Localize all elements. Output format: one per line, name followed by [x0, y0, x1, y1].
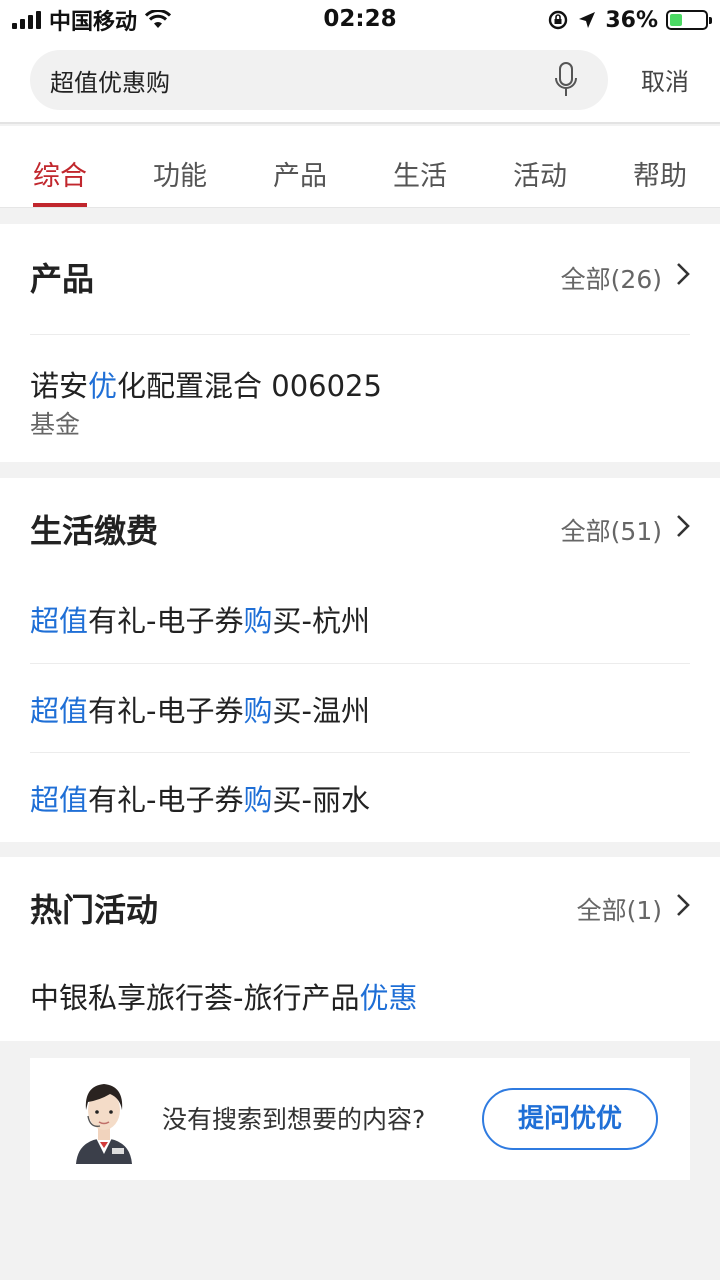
- chevron-right-icon[interactable]: [676, 262, 690, 286]
- orientation-lock-icon: [549, 10, 568, 30]
- location-icon: [579, 12, 596, 28]
- help-prompt: 没有搜索到想要的内容?: [162, 1105, 426, 1134]
- list-item-label: 超值有礼-电子券购买-丽水: [30, 783, 370, 817]
- tab-help[interactable]: 帮助: [600, 126, 720, 207]
- cancel-button[interactable]: 取消: [630, 62, 700, 97]
- microphone-icon[interactable]: [554, 62, 578, 98]
- chevron-right-icon[interactable]: [676, 893, 690, 917]
- life-view-all[interactable]: 全部(51): [561, 512, 662, 548]
- product-name: 诺安优化配置混合 006025: [30, 369, 382, 403]
- status-bar: 中国移动 02:28 36%: [0, 0, 720, 40]
- list-item-label: 超值有礼-电子券购买-杭州: [30, 604, 370, 638]
- product-type: 基金: [30, 410, 81, 439]
- tab-products[interactable]: 产品: [240, 126, 360, 207]
- products-title: 产品: [30, 260, 95, 298]
- tab-functions[interactable]: 功能: [120, 126, 240, 207]
- help-card: 没有搜索到想要的内容? 提问优优: [30, 1058, 690, 1180]
- assistant-avatar: [76, 1084, 132, 1164]
- category-tabs: 综合 功能 产品 生活 活动 帮助: [0, 126, 720, 208]
- list-item[interactable]: 超值有礼-电子券购买-丽水: [30, 752, 690, 841]
- list-item-label: 超值有礼-电子券购买-温州: [30, 694, 370, 728]
- search-header: 超值优惠购 取消: [0, 40, 720, 124]
- tab-comprehensive[interactable]: 综合: [0, 126, 120, 207]
- product-item[interactable]: 诺安优化配置混合 006025 基金: [30, 334, 690, 462]
- battery-percent: 36%: [605, 7, 658, 33]
- carrier-name: 中国移动: [49, 10, 138, 35]
- tab-activities[interactable]: 活动: [480, 126, 600, 207]
- products-section: 产品 全部(26) 诺安优化配置混合 006025 基金: [0, 224, 720, 462]
- products-view-all[interactable]: 全部(26): [561, 260, 662, 296]
- ask-assistant-button[interactable]: 提问优优: [482, 1088, 658, 1150]
- search-value[interactable]: 超值优惠购: [50, 63, 170, 98]
- activities-section: 热门活动 全部(1) 中银私享旅行荟-旅行产品优惠: [0, 857, 720, 1041]
- tab-life[interactable]: 生活: [360, 126, 480, 207]
- chevron-right-icon[interactable]: [676, 514, 690, 538]
- wifi-icon: [145, 10, 172, 28]
- life-payment-section: 生活缴费 全部(51) 超值有礼-电子券购买-杭州 超值有礼-电子券购买-温州 …: [0, 478, 720, 842]
- search-input[interactable]: 超值优惠购: [30, 50, 608, 110]
- signal-icon: [12, 11, 41, 29]
- activity-label: 中银私享旅行荟-旅行产品优惠: [30, 981, 418, 1015]
- battery-icon: [666, 10, 712, 30]
- list-item[interactable]: 超值有礼-电子券购买-温州: [30, 663, 690, 752]
- activity-item[interactable]: 中银私享旅行荟-旅行产品优惠: [30, 953, 690, 1041]
- list-item[interactable]: 超值有礼-电子券购买-杭州: [30, 574, 690, 663]
- activities-title: 热门活动: [30, 891, 159, 929]
- activities-view-all[interactable]: 全部(1): [577, 891, 662, 927]
- life-title: 生活缴费: [30, 512, 159, 550]
